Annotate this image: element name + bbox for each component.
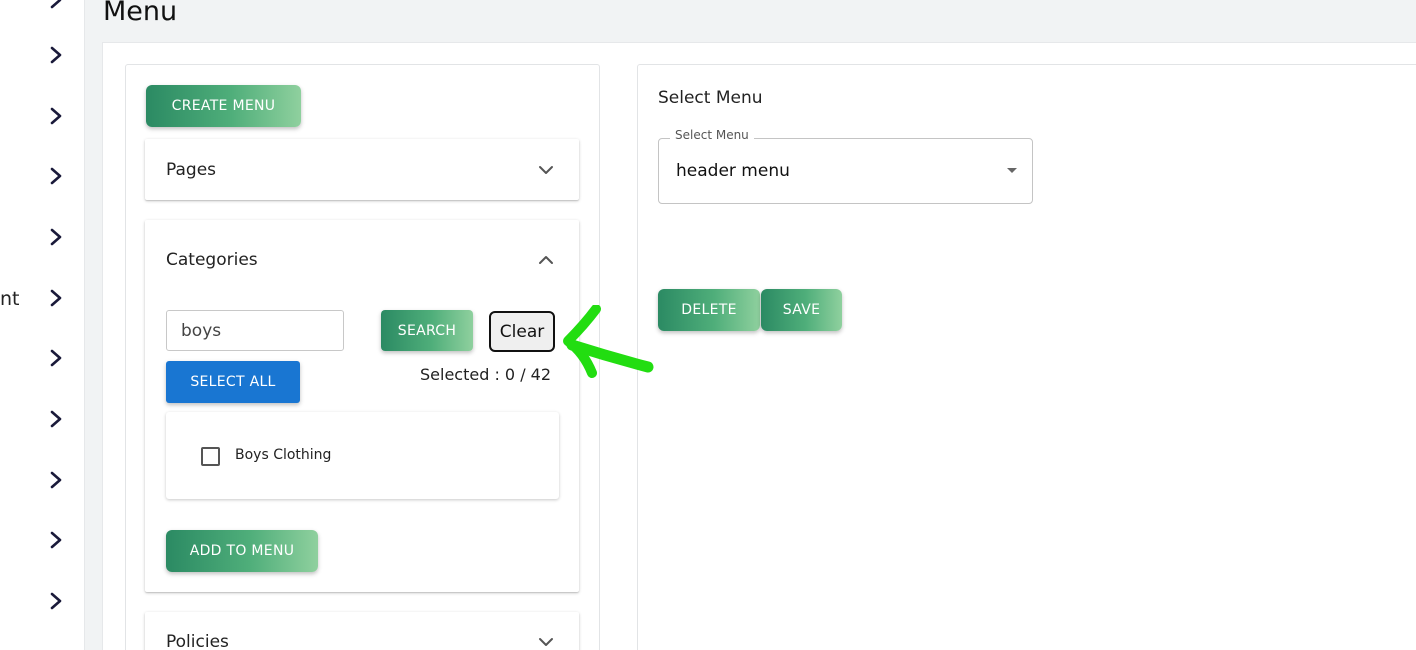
sidebar-item[interactable] [0,96,84,136]
sidebar: nt [0,0,84,650]
page-title: Menu [103,0,178,27]
category-search-input[interactable] [166,310,344,351]
sidebar-divider [84,0,85,650]
accordion-title: Pages [166,160,217,180]
sidebar-item[interactable] [0,338,84,378]
accordion-title: Policies [166,632,229,650]
sidebar-item[interactable] [0,35,84,75]
accordion-pages[interactable]: Pages [145,139,579,200]
accordion-title: Categories [166,250,258,270]
sidebar-item[interactable] [0,217,84,257]
sidebar-item[interactable] [0,156,84,196]
search-button[interactable]: SEARCH [381,310,473,351]
chevron-right-icon [47,288,65,308]
sidebar-item-label: nt [0,288,20,310]
category-list: Boys Clothing [166,412,559,499]
chevron-right-icon [47,227,65,247]
caret-down-icon [1006,167,1018,175]
chevron-right-icon [47,530,65,550]
selected-count: Selected : 0 / 42 [420,365,552,384]
chevron-right-icon [47,0,65,10]
chevron-right-icon [47,106,65,126]
sidebar-item[interactable] [0,0,84,20]
chevron-right-icon [47,45,65,65]
select-menu-heading: Select Menu [658,88,763,108]
sidebar-item[interactable] [0,520,84,560]
create-menu-button[interactable]: CREATE MENU [146,85,301,127]
sidebar-item[interactable]: nt [0,278,84,318]
category-checkbox[interactable] [201,447,220,466]
chevron-right-icon [47,591,65,611]
chevron-down-icon[interactable] [537,633,555,650]
menu-select[interactable]: header menu [658,138,1033,204]
chevron-down-icon[interactable] [537,161,555,179]
chevron-right-icon [47,470,65,490]
menu-select-label: Select Menu [670,128,754,142]
sidebar-item[interactable] [0,581,84,621]
clear-button[interactable]: Clear [489,311,555,352]
arrow-annotation-icon [560,305,655,385]
add-to-menu-button[interactable]: ADD TO MENU [166,530,318,572]
category-label: Boys Clothing [235,447,332,463]
menu-select-value: header menu [676,161,790,181]
chevron-up-icon[interactable] [537,251,555,269]
sidebar-item[interactable] [0,399,84,439]
sidebar-item[interactable] [0,460,84,500]
chevron-right-icon [47,166,65,186]
save-button[interactable]: SAVE [761,289,842,331]
delete-button[interactable]: DELETE [658,289,760,331]
chevron-right-icon [47,348,65,368]
accordion-policies[interactable]: Policies [145,612,579,650]
chevron-right-icon [47,409,65,429]
select-all-button[interactable]: SELECT ALL [166,361,300,403]
